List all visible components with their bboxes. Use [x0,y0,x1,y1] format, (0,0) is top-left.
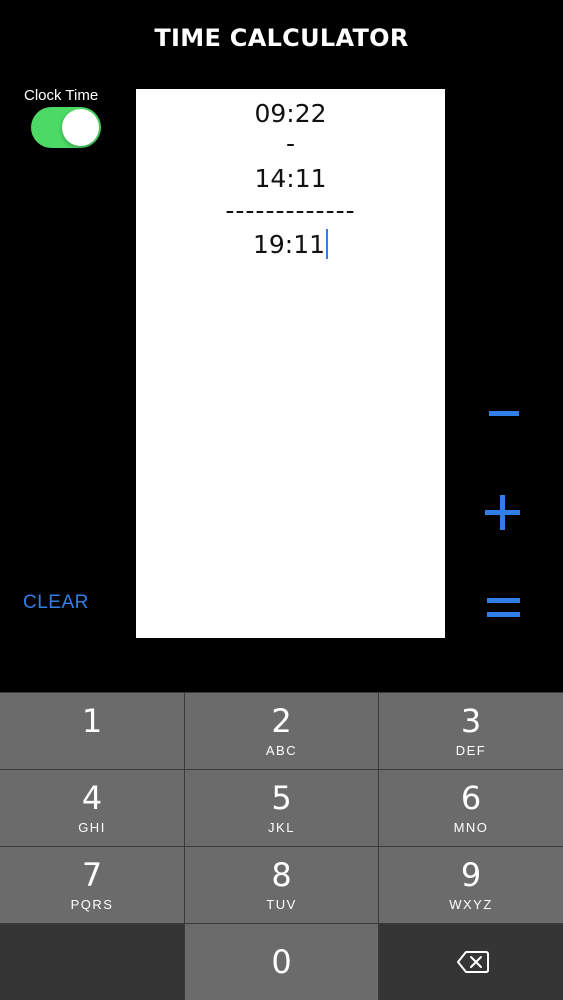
key-digit: 1 [81,702,103,740]
key-digit: 2 [271,702,292,740]
clock-time-label: Clock Time [24,87,99,104]
second-operand: 14:11 [254,164,327,193]
equals-button[interactable] [476,580,532,636]
key-digit: 5 [271,779,292,817]
key-letters: MNO [453,820,489,835]
key-6[interactable]: 6 MNO [379,770,563,846]
key-letters: GHI [78,820,106,835]
key-digit: 6 [460,779,482,817]
key-4[interactable]: 4 GHI [0,770,184,846]
result-value: 19:11 [252,230,326,259]
key-letters: ABC [265,743,298,758]
clear-button[interactable]: CLEAR [23,592,89,614]
key-letters: DEF [455,743,487,758]
equals-icon [487,598,520,603]
key-digit: 9 [460,856,482,894]
key-digit: 3 [460,702,482,740]
key-9[interactable]: 9 WXYZ [379,847,563,923]
key-8[interactable]: 8 TUV [185,847,378,923]
key-3[interactable]: 3 DEF [379,693,563,769]
text-cursor [326,229,329,259]
key-digit: 8 [271,856,292,894]
key-2[interactable]: 2 ABC [185,693,378,769]
key-1[interactable]: 1 [0,693,184,769]
subtract-button[interactable] [476,386,532,442]
key-digit: 7 [81,856,103,894]
equals-icon-lower [487,612,520,617]
key-letters: TUV [266,897,297,912]
backspace-icon [457,951,489,973]
key-5[interactable]: 5 JKL [185,770,378,846]
key-digit: 4 [81,779,103,817]
add-button[interactable] [476,484,532,540]
key-blank [0,924,184,1000]
first-operand: 09:22 [254,99,327,128]
toggle-knob [62,109,99,146]
plus-icon-vertical [500,495,505,530]
app-title: TIME CALCULATOR [154,24,409,52]
calculation-tape[interactable]: 09:22 - 14:11 ------------- 19:11 [136,89,445,638]
key-letters: PQRS [70,897,114,912]
key-0[interactable]: 0 [185,924,378,1000]
minus-icon [489,411,519,416]
numeric-keypad: 1 2 ABC 3 DEF 4 GHI 5 JKL 6 MNO 7 PQRS 8… [0,692,563,1000]
key-digit: 0 [271,943,292,981]
operator-symbol: - [285,129,296,158]
separator-line: ------------- [225,196,356,225]
clock-time-toggle[interactable] [31,107,101,148]
key-letters: JKL [268,820,295,835]
key-letters: WXYZ [449,897,493,912]
result-line[interactable]: 19:11 [136,229,445,259]
key-7[interactable]: 7 PQRS [0,847,184,923]
